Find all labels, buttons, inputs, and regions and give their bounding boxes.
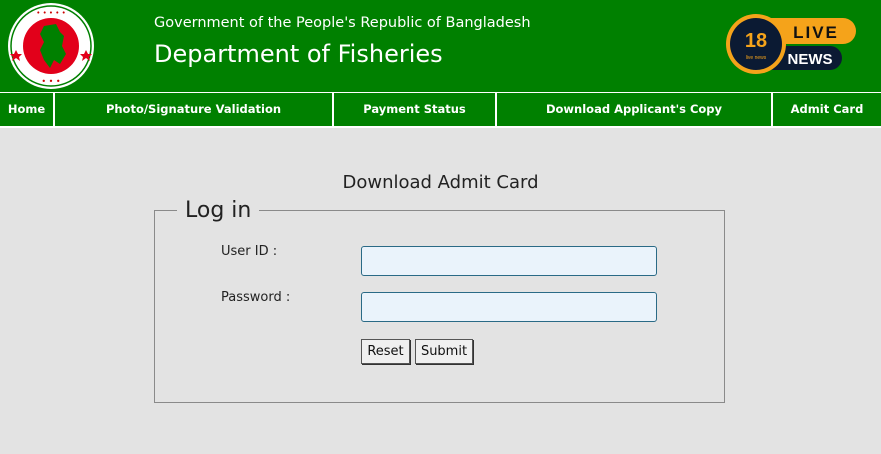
- nav-item-payment-status[interactable]: Payment Status: [334, 93, 497, 126]
- login-form: Log in User ID : Password : Reset Submit: [154, 199, 725, 403]
- live-badge-number: 18: [745, 30, 767, 52]
- live-badge-live-text: LIVE: [793, 23, 839, 42]
- site-header: • • • • • • • • Government of the People…: [0, 0, 881, 92]
- nav-item-photo-signature-validation[interactable]: Photo/Signature Validation: [55, 93, 334, 126]
- submit-button[interactable]: Submit: [415, 339, 473, 364]
- password-input[interactable]: [361, 292, 657, 322]
- page-title: Download Admit Card: [342, 172, 539, 193]
- password-label: Password :: [221, 290, 291, 305]
- svg-text:• • •: • • •: [41, 77, 60, 86]
- main-nav: Home Photo/Signature Validation Payment …: [0, 92, 881, 128]
- government-seal-logo: • • • • • • • •: [8, 3, 94, 89]
- reset-button[interactable]: Reset: [361, 339, 410, 364]
- live-badge-news-text: NEWS: [788, 51, 833, 68]
- live-badge-small-text: live news: [746, 55, 767, 61]
- nav-item-admit-card[interactable]: Admit Card: [773, 93, 881, 126]
- government-title: Government of the People's Republic of B…: [154, 15, 531, 31]
- department-title: Department of Fisheries: [154, 40, 443, 68]
- login-legend: Log in: [177, 199, 260, 223]
- user-id-input[interactable]: [361, 246, 657, 276]
- nav-item-home[interactable]: Home: [0, 93, 55, 126]
- nav-item-download-applicants-copy[interactable]: Download Applicant's Copy: [497, 93, 773, 126]
- live-news-badge[interactable]: 18 live news LIVE NEWS: [722, 14, 858, 76]
- svg-text:• • • • •: • • • • •: [36, 9, 66, 17]
- user-id-label: User ID :: [221, 244, 278, 259]
